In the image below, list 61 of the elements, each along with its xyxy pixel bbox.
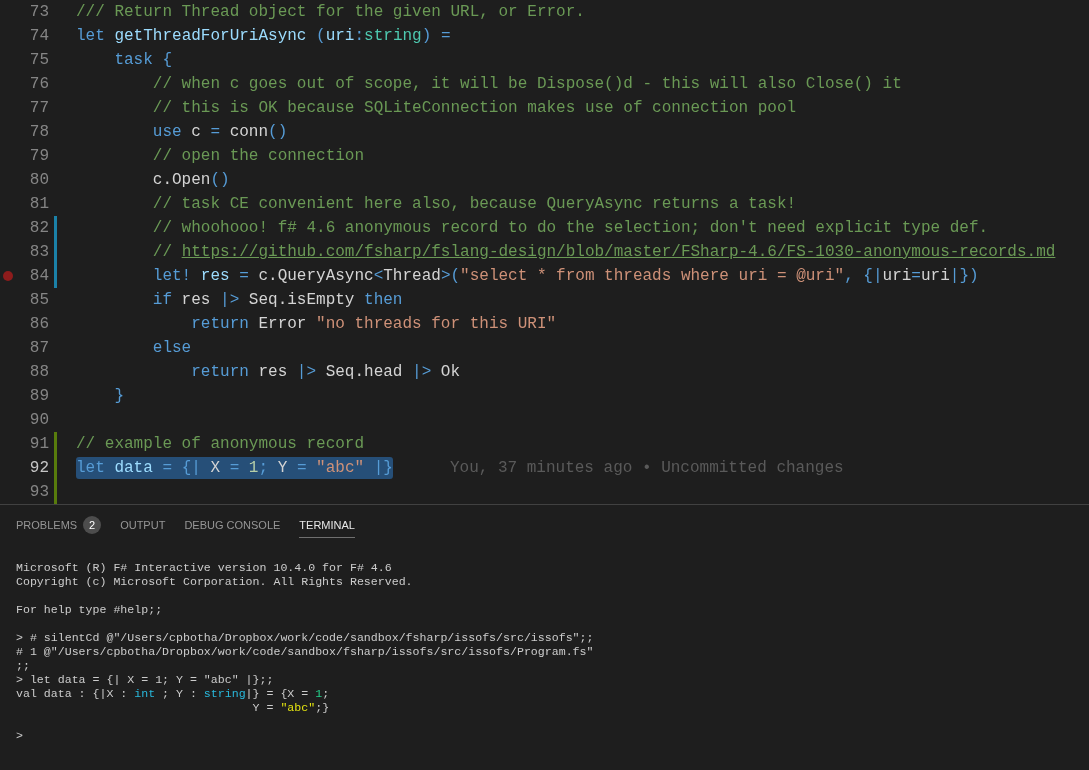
- line-number: 73: [29, 2, 49, 23]
- code-link[interactable]: https://github.com/fsharp/fslang-design/blob/master/FSharp-4.6/FS-1030-anonymous-records.md: [181, 243, 1056, 261]
- line-number: 75: [29, 50, 49, 71]
- code-line: task {: [113, 50, 172, 71]
- line-number: 90: [29, 410, 49, 431]
- code-line: // this is OK because SQLiteConnection makes use of connection pool: [151, 98, 797, 119]
- code-line: else: [151, 338, 192, 359]
- code-line: c.Open(): [151, 170, 230, 191]
- code-line: // https://github.com/fsharp/fslang-design/blob/master/FSharp-4.6/FS-1030-anonymous-records.md: [151, 242, 1056, 263]
- tab-label: OUTPUT: [120, 518, 166, 531]
- code-line: return Error "no threads for this URI": [190, 314, 557, 335]
- line-number: 81: [29, 194, 49, 215]
- terminal-line: Microsoft (R) F# Interactive version 10.4.0 for F# 4.6: [16, 561, 392, 575]
- tab-label: TERMINAL: [299, 518, 355, 531]
- code-line: // whoohooo! f# 4.6 anonymous record to do the selection; don't need explicit type def.: [151, 218, 989, 239]
- line-number: 80: [29, 170, 49, 191]
- line-number: 86: [29, 314, 49, 335]
- line-number: 92: [29, 458, 49, 479]
- panel-tab[interactable]: OUTPUT: [120, 510, 166, 538]
- code-line: return res |> Seq.head |> Ok: [190, 362, 461, 383]
- line-number: 93: [29, 482, 49, 503]
- line-number: 84: [29, 266, 49, 287]
- code-line: use c = conn(): [151, 122, 288, 143]
- line-number: 88: [29, 362, 49, 383]
- terminal-line: val data : {|X : int ; Y : string|} = {X = 1;: [16, 687, 330, 701]
- terminal-line: ;;: [16, 659, 30, 673]
- code-line: // example of anonymous record: [76, 434, 365, 455]
- line-number: 77: [29, 98, 49, 119]
- terminal-line: > # silentCd @"/Users/cpbotha/Dropbox/work/code/sandbox/fsharp/issofs/src/issofs";;: [16, 631, 594, 645]
- code-line: // task CE convenient here also, because QueryAsync returns a task!: [151, 194, 797, 215]
- line-number: 74: [29, 26, 49, 47]
- panel-tab[interactable]: DEBUG CONSOLE: [184, 510, 281, 538]
- terminal-line: >: [16, 729, 23, 743]
- line-number: 82: [29, 218, 49, 239]
- blame-annotation: You, 37 minutes ago • Uncommitted changes: [449, 458, 844, 479]
- code-line: let! res = c.QueryAsync<Thread>("select * from threads where uri = @uri", {|uri=uri|}): [151, 266, 979, 287]
- code-line: if res |> Seq.isEmpty then: [151, 290, 403, 311]
- terminal-line: Copyright (c) Microsoft Corporation. All Rights Reserved.: [16, 575, 413, 589]
- terminal-line: Y = "abc";}: [251, 701, 330, 715]
- line-number: 89: [29, 386, 49, 407]
- tab-label: DEBUG CONSOLE: [184, 518, 281, 531]
- count-badge: 2: [83, 515, 102, 534]
- code-line: // open the connection: [151, 146, 365, 167]
- terminal-line: # 1 @"/Users/cpbotha/Dropbox/work/code/sandbox/fsharp/issofs/src/issofs/Program.fs": [16, 645, 594, 659]
- line-number: 85: [29, 290, 49, 311]
- terminal-line: > let data = {| X = 1; Y = "abc" |};;: [16, 673, 274, 687]
- line-number: 79: [29, 146, 49, 167]
- breakpoint-icon[interactable]: [3, 271, 13, 281]
- panel-tab[interactable]: PROBLEMS 2: [16, 510, 102, 538]
- code-line: }: [113, 386, 124, 407]
- tab-label: PROBLEMS: [16, 518, 78, 531]
- panel-tab[interactable]: TERMINAL: [299, 510, 355, 538]
- terminal-line: For help type #help;;: [16, 603, 163, 617]
- line-number: 83: [29, 242, 49, 263]
- code-line: /// Return Thread object for the given URL, or Error.: [76, 2, 585, 23]
- code-line: // when c goes out of scope, it will be Dispose()d - this will also Close() it: [151, 74, 902, 95]
- line-number: 87: [29, 338, 49, 359]
- line-number: 76: [29, 74, 49, 95]
- code-line: let getThreadForUriAsync (uri:string) =: [76, 26, 451, 47]
- line-number: 78: [29, 122, 49, 143]
- line-number: 91: [29, 434, 49, 455]
